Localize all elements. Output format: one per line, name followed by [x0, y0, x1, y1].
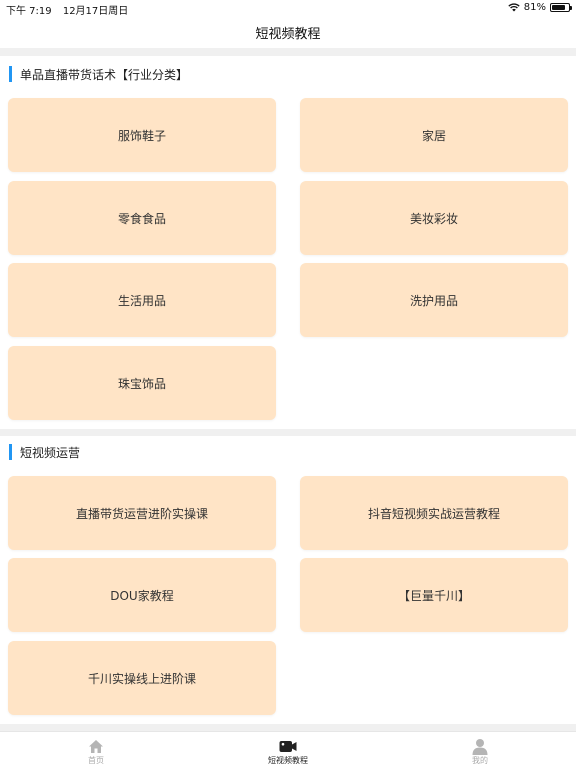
- card-label: 千川实操线上进阶课: [87, 671, 196, 686]
- card-label: 【巨量千川】: [397, 588, 470, 603]
- card-label: 美妆彩妆: [409, 211, 458, 226]
- category-card-clothing-shoes[interactable]: 服饰鞋子: [8, 98, 276, 172]
- category-card-daily-goods[interactable]: 生活用品: [8, 263, 276, 337]
- course-card-douyin-ops[interactable]: 抖音短视频实战运营教程: [300, 476, 568, 550]
- tab-short-video[interactable]: 短视频教程: [192, 732, 384, 769]
- tab-home[interactable]: 首页: [0, 732, 192, 769]
- category-card-beauty-makeup[interactable]: 美妆彩妆: [300, 181, 568, 255]
- card-label: 服饰鞋子: [117, 128, 166, 143]
- course-card-live-ops[interactable]: 直播带货运营进阶实操课: [8, 476, 276, 550]
- card-label: 珠宝饰品: [117, 376, 166, 391]
- card-label: 零食食品: [117, 211, 166, 226]
- category-card-personal-care[interactable]: 洗护用品: [300, 263, 568, 337]
- section-header-industry: 单品直播带货话术【行业分类】: [0, 62, 576, 86]
- battery-percent: 81%: [523, 2, 546, 13]
- tab-label: 短视频教程: [268, 756, 308, 765]
- section-title: 单品直播带货话术【行业分类】: [20, 67, 189, 82]
- divider: [0, 429, 576, 436]
- home-icon: [89, 739, 103, 753]
- card-label: 生活用品: [117, 293, 166, 308]
- video-camera-icon: [279, 740, 297, 752]
- card-label: 家居: [421, 128, 446, 143]
- tab-profile[interactable]: 我的: [384, 732, 576, 769]
- category-card-snacks-food[interactable]: 零食食品: [8, 181, 276, 255]
- section-accent-bar: [9, 444, 12, 460]
- divider: [0, 48, 576, 56]
- user-icon: [472, 738, 488, 755]
- course-card-qianchuan[interactable]: 【巨量千川】: [300, 558, 568, 632]
- section-title: 短视频运营: [20, 445, 81, 460]
- divider: [0, 724, 576, 731]
- card-label: 抖音短视频实战运营教程: [367, 506, 500, 521]
- section-header-short-video-ops: 短视频运营: [0, 440, 576, 464]
- category-card-jewelry[interactable]: 珠宝饰品: [8, 346, 276, 420]
- battery-level: [552, 5, 565, 10]
- nav-bar: 短视频教程: [0, 16, 576, 48]
- course-card-qianchuan-advanced[interactable]: 千川实操线上进阶课: [8, 641, 276, 715]
- battery-icon: [550, 3, 572, 12]
- card-label: 直播带货运营进阶实操课: [75, 506, 208, 521]
- card-label: 洗护用品: [409, 293, 458, 308]
- category-card-home[interactable]: 家居: [300, 98, 568, 172]
- status-bar: 下午 7:19 12月17日周日 81%: [0, 0, 576, 17]
- wifi-icon: [508, 3, 520, 12]
- section-accent-bar: [9, 66, 12, 82]
- course-card-dou-tutorial[interactable]: DOU家教程: [8, 558, 276, 632]
- tab-label: 我的: [472, 756, 488, 765]
- tab-bar: 首页 短视频教程 我的: [0, 731, 576, 769]
- page-title: 短视频教程: [255, 26, 321, 42]
- tab-label: 首页: [88, 756, 104, 765]
- card-label: DOU家教程: [110, 588, 174, 603]
